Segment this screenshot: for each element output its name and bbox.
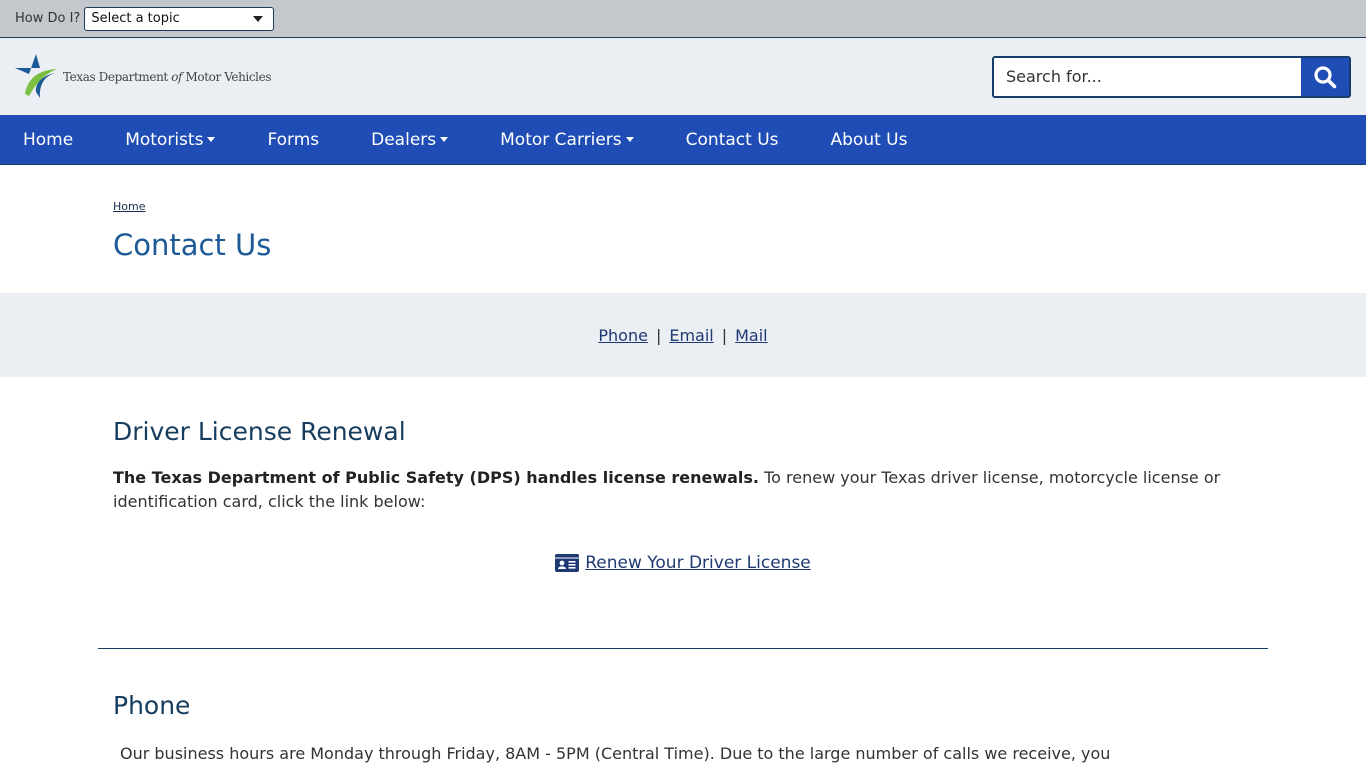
search-icon (1314, 65, 1337, 88)
phone-section: Phone Our business hours are Monday thro… (0, 691, 1366, 763)
renewal-paragraph: The Texas Department of Public Safety (D… (113, 466, 1253, 514)
chevron-down-icon (253, 15, 264, 22)
jump-link-mail[interactable]: Mail (735, 326, 768, 345)
renewal-bold-text: The Texas Department of Public Safety (D… (113, 468, 760, 487)
renew-driver-license-link[interactable]: Renew Your Driver License (555, 553, 811, 573)
jump-links-bar: Phone | Email | Mail (0, 293, 1366, 377)
topic-select-value: Select a topic (91, 11, 180, 26)
caret-down-icon (440, 137, 449, 142)
nav-dealers[interactable]: Dealers (348, 115, 471, 164)
title-area: Home Contact Us (0, 165, 1366, 293)
topic-select[interactable]: Select a topic (84, 6, 275, 31)
separator: | (721, 325, 728, 345)
page-title: Contact Us (113, 228, 272, 262)
breadcrumb-home-link[interactable]: Home (113, 200, 145, 213)
search-form (992, 55, 1351, 98)
search-input[interactable] (994, 57, 1301, 96)
separator: | (655, 325, 662, 345)
site-header: Texas Department of Motor Vehicles (0, 38, 1366, 115)
jump-link-phone[interactable]: Phone (598, 326, 648, 345)
nav-label: Home (23, 129, 74, 150)
main-content: Driver License Renewal The Texas Departm… (0, 417, 1366, 576)
phone-heading: Phone (113, 691, 191, 720)
star-logo-icon (15, 53, 57, 98)
nav-label: Motor Carriers (500, 129, 622, 150)
nav-home[interactable]: Home (0, 115, 96, 164)
nav-motor-carriers[interactable]: Motor Carriers (477, 115, 657, 164)
nav-motorists[interactable]: Motorists (102, 115, 238, 164)
nav-label: Dealers (371, 129, 437, 150)
nav-label: Contact Us (685, 129, 779, 150)
search-button[interactable] (1301, 57, 1349, 96)
section-divider (98, 648, 1268, 649)
main-nav: Home Motorists Forms Dealers Motor Carri… (0, 115, 1366, 165)
jump-link-email[interactable]: Email (669, 326, 713, 345)
renew-link-row: Renew Your Driver License (113, 553, 1253, 576)
nav-about-us[interactable]: About Us (808, 115, 931, 164)
nav-forms[interactable]: Forms (244, 115, 342, 164)
caret-down-icon (625, 137, 634, 142)
how-do-i-label: How Do I? (15, 11, 81, 26)
caret-down-icon (207, 137, 216, 142)
phone-paragraph: Our business hours are Monday through Fr… (120, 744, 1111, 763)
renew-link-label: Renew Your Driver License (585, 553, 811, 573)
breadcrumb: Home (113, 195, 1253, 214)
nav-label: About Us (830, 129, 908, 150)
logo-text: Texas Department of Motor Vehicles (63, 69, 272, 84)
renewal-heading: Driver License Renewal (113, 417, 406, 446)
id-card-icon (555, 554, 580, 572)
nav-contact-us[interactable]: Contact Us (663, 115, 802, 164)
top-utility-bar: How Do I? Select a topic (0, 0, 1366, 38)
txdmv-logo[interactable]: Texas Department of Motor Vehicles (15, 53, 272, 100)
nav-label: Motorists (125, 129, 204, 150)
nav-label: Forms (267, 129, 320, 150)
